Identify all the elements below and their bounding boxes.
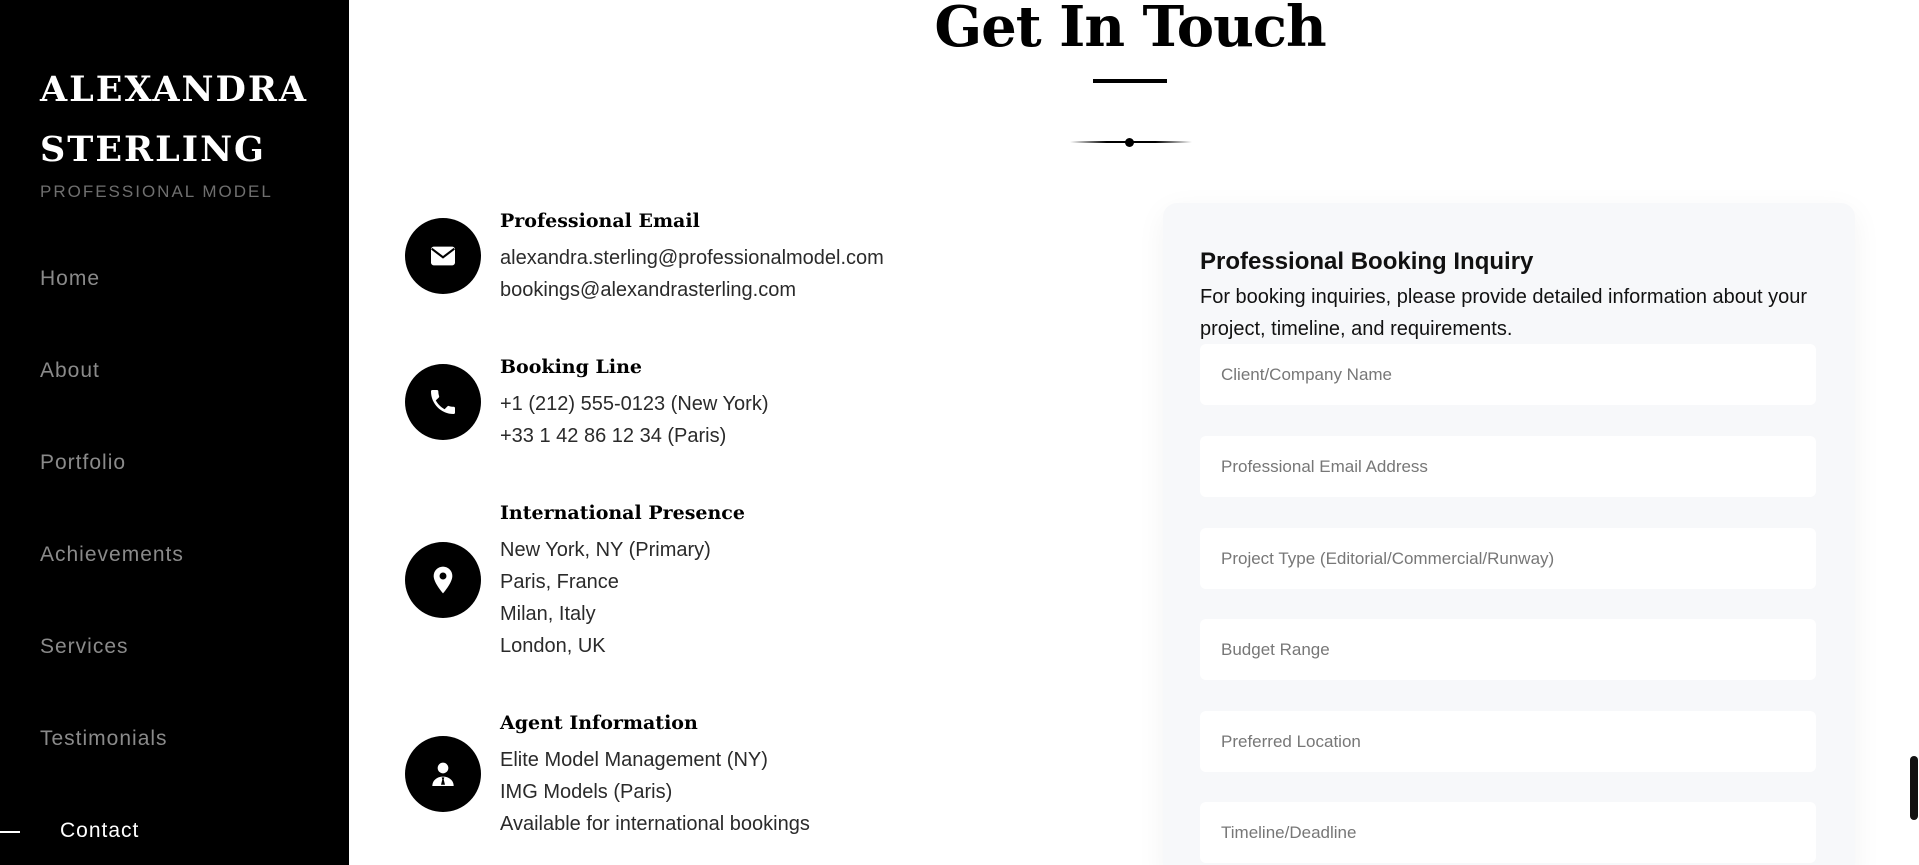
nav-item-achievements[interactable]: Achievements [40,543,184,567]
client-company-name-input[interactable] [1200,344,1816,405]
contact-info-text: Professional Email alexandra.sterling@pr… [500,208,1000,306]
timeline-deadline-input[interactable] [1200,802,1816,863]
phone-icon-svg [431,390,455,414]
active-nav-indicator [0,831,20,833]
brand-name[interactable]: ALEXANDRA STERLING [40,60,340,180]
contact-info-line[interactable]: +33 1 42 86 12 34 (Paris) [500,420,1000,452]
nav-item-home[interactable]: Home [40,267,100,291]
envelope-icon-svg [431,246,455,266]
envelope-icon [405,218,481,294]
agent-icon [405,736,481,812]
page-scrollbar-thumb[interactable] [1910,756,1918,820]
contact-info-line[interactable]: +1 (212) 555-0123 (New York) [500,388,1000,420]
contact-info-line[interactable]: bookings@alexandrasterling.com [500,274,1000,306]
brand: ALEXANDRA STERLING PROFESSIONAL MODEL [40,60,340,202]
form-description: For booking inquiries, please provide de… [1200,286,1808,340]
contact-info-line: Elite Model Management (NY) [500,749,768,771]
nav-item-testimonials[interactable]: Testimonials [40,727,168,751]
form-title: Professional Booking Inquiry [1200,248,1534,275]
location-pin-icon [405,542,481,618]
contact-info-line[interactable]: alexandra.sterling@professionalmodel.com [500,242,1000,274]
contact-info-text: Booking Line +1 (212) 555-0123 (New York… [500,354,1000,452]
brand-subtitle: PROFESSIONAL MODEL [40,182,273,201]
contact-info-line: New York, NY (Primary) [500,539,711,561]
sidebar: ALEXANDRA STERLING PROFESSIONAL MODEL Ho… [0,0,349,865]
project-type-input[interactable] [1200,528,1816,589]
preferred-location-input[interactable] [1200,711,1816,772]
contact-info-text: Agent Information Elite Model Management… [500,710,1000,840]
contact-info-text: International Presence New York, NY (Pri… [500,500,1000,662]
contact-info-heading: International Presence [500,502,745,524]
nav-item-contact[interactable]: Contact [60,819,139,843]
contact-info-line: Paris, France [500,571,619,593]
agent-icon-svg [432,762,454,786]
booking-inquiry-form: Professional Booking Inquiry For booking… [1163,203,1855,865]
phone-icon [405,364,481,440]
contact-info-line: IMG Models (Paris) [500,781,673,803]
contact-info-line: London, UK [500,635,606,657]
location-pin-icon-svg [433,566,453,594]
section-title: Get In Touch [934,0,1326,60]
title-underline [1093,79,1167,83]
contact-info-line: Milan, Italy [500,603,596,625]
budget-range-input[interactable] [1200,619,1816,680]
contact-info-heading: Booking Line [500,356,642,378]
contact-info-line: Available for international bookings [500,813,810,835]
contact-info-heading: Agent Information [500,712,698,734]
ornament-dot [1125,138,1134,147]
nav-item-services[interactable]: Services [40,635,129,659]
nav-item-about[interactable]: About [40,359,100,383]
professional-email-input[interactable] [1200,436,1816,497]
contact-info-heading: Professional Email [500,210,700,232]
nav-item-portfolio[interactable]: Portfolio [40,451,126,475]
